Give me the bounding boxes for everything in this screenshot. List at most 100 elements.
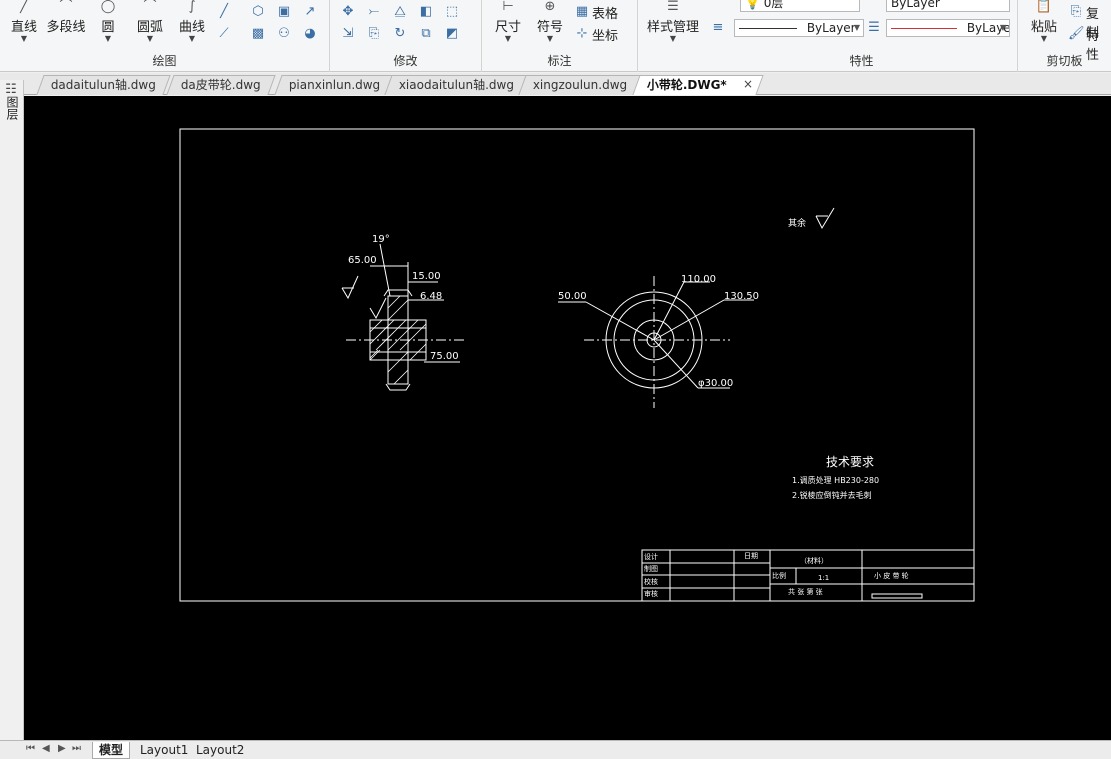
dim-65-text: 65.00 bbox=[348, 255, 377, 266]
line-sample bbox=[891, 28, 957, 29]
table-icon[interactable]: ▦ bbox=[574, 4, 590, 20]
curve-label: 曲线 bbox=[178, 20, 205, 35]
curve-button[interactable]: ∫ 曲线 ▼ bbox=[174, 0, 210, 43]
groove-bottom bbox=[385, 383, 411, 391]
list-icon[interactable]: ≡ bbox=[710, 20, 726, 36]
chevron-down-icon: ▼ bbox=[999, 23, 1006, 32]
dim-15-text: 15.00 bbox=[412, 271, 441, 282]
layer-select[interactable]: 💡 0层 bbox=[740, 0, 860, 12]
rect-icon[interactable]: ▣ bbox=[276, 4, 292, 20]
linetype-select[interactable]: ByLayer ▼ bbox=[734, 19, 864, 37]
dim-30-text: φ30.00 bbox=[698, 378, 733, 389]
chevron-down-icon: ▼ bbox=[188, 34, 196, 43]
boundary-icon[interactable]: ⚇ bbox=[276, 26, 292, 42]
side-palette: ☷ 图层 bbox=[0, 80, 24, 740]
tab-layout2[interactable]: Layout2 bbox=[190, 742, 250, 759]
tab-pianxinlun[interactable]: pianxinlun.dwg bbox=[274, 75, 395, 95]
line-button[interactable]: ╱ 直线 ▼ bbox=[6, 0, 42, 43]
tab-xiaodaitulun[interactable]: xiaodaitulun轴.dwg bbox=[384, 75, 529, 95]
symbol-button[interactable]: ⊕ 符号 ▼ bbox=[532, 0, 568, 43]
region-icon[interactable]: ◕ bbox=[302, 26, 318, 42]
move-icon[interactable]: ✥ bbox=[340, 4, 356, 20]
tab-xingzoulun[interactable]: xingzoulun.dwg bbox=[518, 75, 642, 95]
style-icon: ☰ bbox=[667, 0, 679, 14]
polygon-icon[interactable]: ⬡ bbox=[250, 4, 266, 20]
tb-design: 设计 bbox=[644, 552, 658, 561]
table-button[interactable]: 表格 bbox=[592, 3, 618, 22]
line-icon: ╱ bbox=[20, 0, 28, 14]
roughness-rest: 其余 bbox=[788, 207, 835, 230]
trim-icon[interactable]: ⤚ bbox=[366, 4, 382, 20]
linetype-value: ByLayer bbox=[806, 21, 856, 35]
tech-line-1: 1.调质处理 HB230-280 bbox=[792, 475, 879, 485]
side-palette-label[interactable]: 图层 bbox=[4, 96, 21, 120]
arc-button[interactable]: ⌒ 圆弧 ▼ bbox=[132, 0, 168, 43]
circle-label: 圆 bbox=[101, 20, 115, 35]
tb-check: 校核 bbox=[644, 577, 658, 586]
array-icon[interactable]: ⬚ bbox=[444, 4, 460, 20]
lineweight-select[interactable]: ByLayer ▼ bbox=[886, 19, 1010, 37]
color-select[interactable]: ByLayer bbox=[886, 0, 1010, 12]
circle-icon: ◯ bbox=[100, 0, 116, 14]
arc-label: 圆弧 bbox=[136, 20, 163, 35]
tech-requirements: 技术要求 1.调质处理 HB230-280 2.锐棱应倒钝并去毛刺 bbox=[792, 455, 879, 500]
roughness-mark-1 bbox=[341, 275, 359, 300]
curve-icon: ∫ bbox=[188, 0, 196, 14]
copy-clip-icon[interactable]: ⎘ bbox=[1068, 4, 1084, 20]
circle-button[interactable]: ◯ 圆 ▼ bbox=[92, 0, 124, 43]
tb-scale-label: 比例 bbox=[772, 571, 786, 580]
symbol-label: 符号 bbox=[536, 20, 563, 35]
scale-icon[interactable]: ⧉ bbox=[418, 26, 434, 42]
dim-50-text: 50.00 bbox=[558, 291, 587, 302]
offset-icon[interactable]: ◧ bbox=[418, 4, 434, 20]
last-layout-icon[interactable]: ⏭ bbox=[72, 743, 81, 754]
dim-angle-text: 19° bbox=[372, 234, 390, 245]
tb-scale-value: 1:1 bbox=[818, 574, 829, 582]
rotate-icon[interactable]: ↻ bbox=[392, 26, 408, 42]
paste-label: 粘贴 bbox=[1030, 20, 1057, 35]
dimension-button[interactable]: ⊢ 尺寸 ▼ bbox=[490, 0, 526, 43]
xline-icon[interactable]: ╱ bbox=[216, 4, 232, 20]
tab-dapidailun[interactable]: da皮带轮.dwg bbox=[166, 75, 276, 95]
copy-icon[interactable]: ⎘ bbox=[366, 26, 382, 42]
dim-line-angle bbox=[379, 243, 391, 297]
drawing-canvas[interactable]: 19° 65.00 15.00 6.48 75.00 50.00 110.00 bbox=[24, 96, 1111, 740]
chevron-down-icon: ▼ bbox=[146, 34, 154, 43]
style-panel: ☰ 样式管理 ▼ bbox=[638, 0, 706, 72]
file-tab-bar: dadaitulun轴.dwg da皮带轮.dwg pianxinlun.dwg… bbox=[0, 73, 1111, 95]
paste-button[interactable]: 📋 粘贴 ▼ bbox=[1026, 0, 1062, 43]
close-icon[interactable]: × bbox=[743, 77, 753, 91]
fillet-icon[interactable]: ◩ bbox=[444, 26, 460, 42]
chevron-down-icon: ▼ bbox=[20, 34, 28, 43]
clipboard-panel-title: 剪切板 bbox=[1046, 54, 1083, 68]
arc-icon: ⌒ bbox=[143, 0, 157, 14]
tb-material: （材料） bbox=[800, 556, 828, 565]
construction-icon[interactable]: ⟋ bbox=[216, 26, 232, 42]
hatch-icon[interactable]: ▩ bbox=[250, 26, 266, 42]
first-layout-icon[interactable]: ⏮ bbox=[26, 743, 35, 754]
tab-model[interactable]: 模型 bbox=[92, 742, 131, 759]
coordinate-button[interactable]: 坐标 bbox=[592, 25, 618, 44]
dim-1305-text: 130.50 bbox=[724, 291, 759, 302]
lineweight-icon[interactable]: ☰ bbox=[866, 20, 882, 36]
section-dim-text: 19° 65.00 15.00 6.48 75.00 bbox=[348, 234, 459, 362]
tab-layout1[interactable]: Layout1 bbox=[134, 742, 194, 759]
sheet-border bbox=[179, 128, 975, 602]
prev-layout-icon[interactable]: ◀ bbox=[42, 743, 50, 754]
tb-date: 日期 bbox=[744, 552, 758, 560]
next-layout-icon[interactable]: ▶ bbox=[58, 743, 66, 754]
match-properties-icon[interactable]: 🖌 bbox=[1068, 26, 1085, 42]
ray-icon[interactable]: ↗ bbox=[302, 4, 318, 20]
mirror-icon[interactable]: ⧋ bbox=[392, 4, 408, 20]
leader-30 bbox=[653, 339, 699, 389]
coordinate-icon[interactable]: ⊹ bbox=[574, 26, 590, 42]
tab-dadaitulun[interactable]: dadaitulun轴.dwg bbox=[36, 75, 171, 95]
tech-title: 技术要求 bbox=[826, 455, 874, 469]
stretch-icon[interactable]: ⇲ bbox=[340, 26, 356, 42]
style-manager-button[interactable]: ☰ 样式管理 ▼ bbox=[642, 0, 704, 43]
modify-panel-title: 修改 bbox=[393, 54, 418, 68]
polyline-button[interactable]: ⌒ 多段线 bbox=[44, 0, 88, 35]
tb-draw: 制图 bbox=[644, 564, 658, 573]
line-label: 直线 bbox=[10, 20, 37, 35]
roughness-rest-icon bbox=[815, 207, 835, 230]
